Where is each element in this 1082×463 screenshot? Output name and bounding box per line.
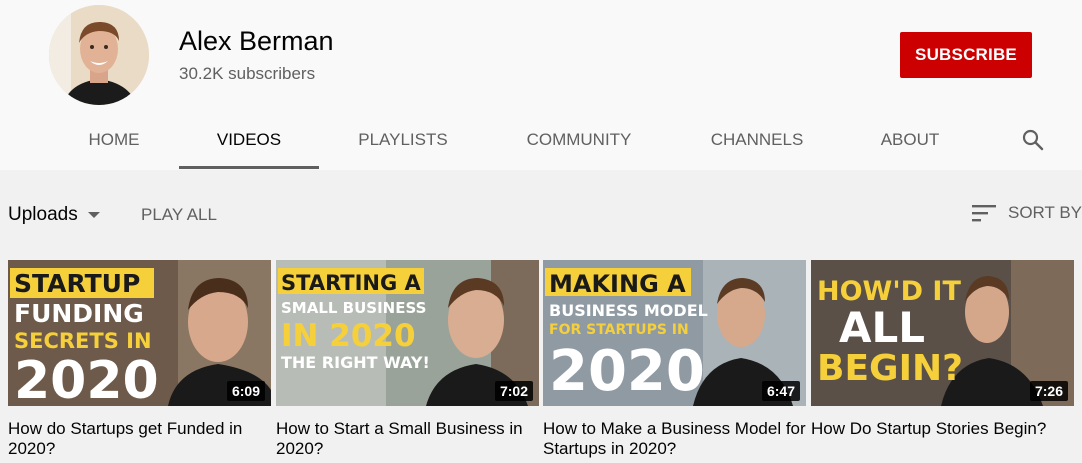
thumb-text: THE RIGHT WAY! [281, 353, 430, 372]
thumb-text: FOR STARTUPS IN [549, 322, 689, 338]
subscribe-button[interactable]: SUBSCRIBE [900, 32, 1032, 78]
video-thumbnail[interactable]: MAKING A BUSINESS MODEL FOR STARTUPS IN … [543, 260, 806, 406]
search-icon [1022, 129, 1044, 151]
tab-videos[interactable]: VIDEOS [179, 110, 319, 169]
thumb-text: STARTING A [281, 271, 422, 295]
channel-name[interactable]: Alex Berman [179, 26, 334, 57]
thumb-text: BUSINESS MODEL [549, 301, 708, 320]
video-duration: 6:09 [226, 381, 265, 401]
search-button[interactable] [1018, 125, 1048, 155]
video-title[interactable]: How Do Startup Stories Begin? [811, 419, 1074, 439]
sort-by-button[interactable]: SORT BY [972, 203, 1082, 223]
video-duration: 7:26 [1029, 381, 1068, 401]
thumb-text: 2020 [14, 351, 159, 406]
uploads-dropdown[interactable]: Uploads [8, 204, 100, 226]
thumb-text: IN 2020 [281, 318, 416, 354]
tab-community[interactable]: COMMUNITY [510, 110, 648, 169]
tab-channels[interactable]: CHANNELS [694, 110, 820, 169]
video-thumbnail[interactable]: HOW'D IT ALL BEGIN? 7:26 [811, 260, 1074, 406]
video-card[interactable]: MAKING A BUSINESS MODEL FOR STARTUPS IN … [543, 260, 806, 459]
thumb-text: MAKING A [549, 270, 686, 298]
video-duration: 7:02 [494, 381, 533, 401]
channel-tabs: HOME VIDEOS PLAYLISTS COMMUNITY CHANNELS… [0, 110, 1082, 170]
thumb-text: ALL [839, 303, 925, 352]
thumb-text: SMALL BUSINESS [281, 299, 426, 317]
play-all-button[interactable]: PLAY ALL [141, 205, 217, 225]
video-card[interactable]: STARTUP FUNDING SECRETS IN 2020 6:09 How… [8, 260, 271, 459]
tab-about[interactable]: ABOUT [864, 110, 956, 169]
thumb-text: FUNDING [14, 299, 144, 328]
uploads-label: Uploads [8, 204, 78, 225]
sort-icon [972, 205, 996, 222]
thumb-text: BEGIN? [817, 348, 963, 389]
avatar-image [49, 5, 149, 105]
video-title[interactable]: How to Make a Business Model for Startup… [543, 419, 806, 459]
channel-avatar[interactable] [49, 5, 149, 105]
thumb-text: SECRETS IN [14, 329, 152, 353]
videos-section: Uploads PLAY ALL SORT BY STARTUP FUNDING… [0, 170, 1082, 463]
video-duration: 6:47 [761, 381, 800, 401]
video-card[interactable]: STARTING A SMALL BUSINESS IN 2020 THE RI… [276, 260, 539, 459]
video-title[interactable]: How to Start a Small Business in 2020? [276, 419, 539, 459]
caret-down-icon [87, 212, 100, 218]
video-title[interactable]: How do Startups get Funded in 2020? [8, 419, 271, 459]
thumb-text: STARTUP [14, 269, 140, 298]
video-thumbnail[interactable]: STARTUP FUNDING SECRETS IN 2020 6:09 [8, 260, 271, 406]
tab-home[interactable]: HOME [72, 110, 156, 169]
tab-playlists[interactable]: PLAYLISTS [342, 110, 464, 169]
subscriber-count: 30.2K subscribers [179, 64, 316, 83]
sort-label: SORT BY [1008, 203, 1082, 222]
video-thumbnail[interactable]: STARTING A SMALL BUSINESS IN 2020 THE RI… [276, 260, 539, 406]
thumb-text: 2020 [549, 339, 705, 404]
video-card[interactable]: HOW'D IT ALL BEGIN? 7:26 How Do Startup … [811, 260, 1074, 439]
